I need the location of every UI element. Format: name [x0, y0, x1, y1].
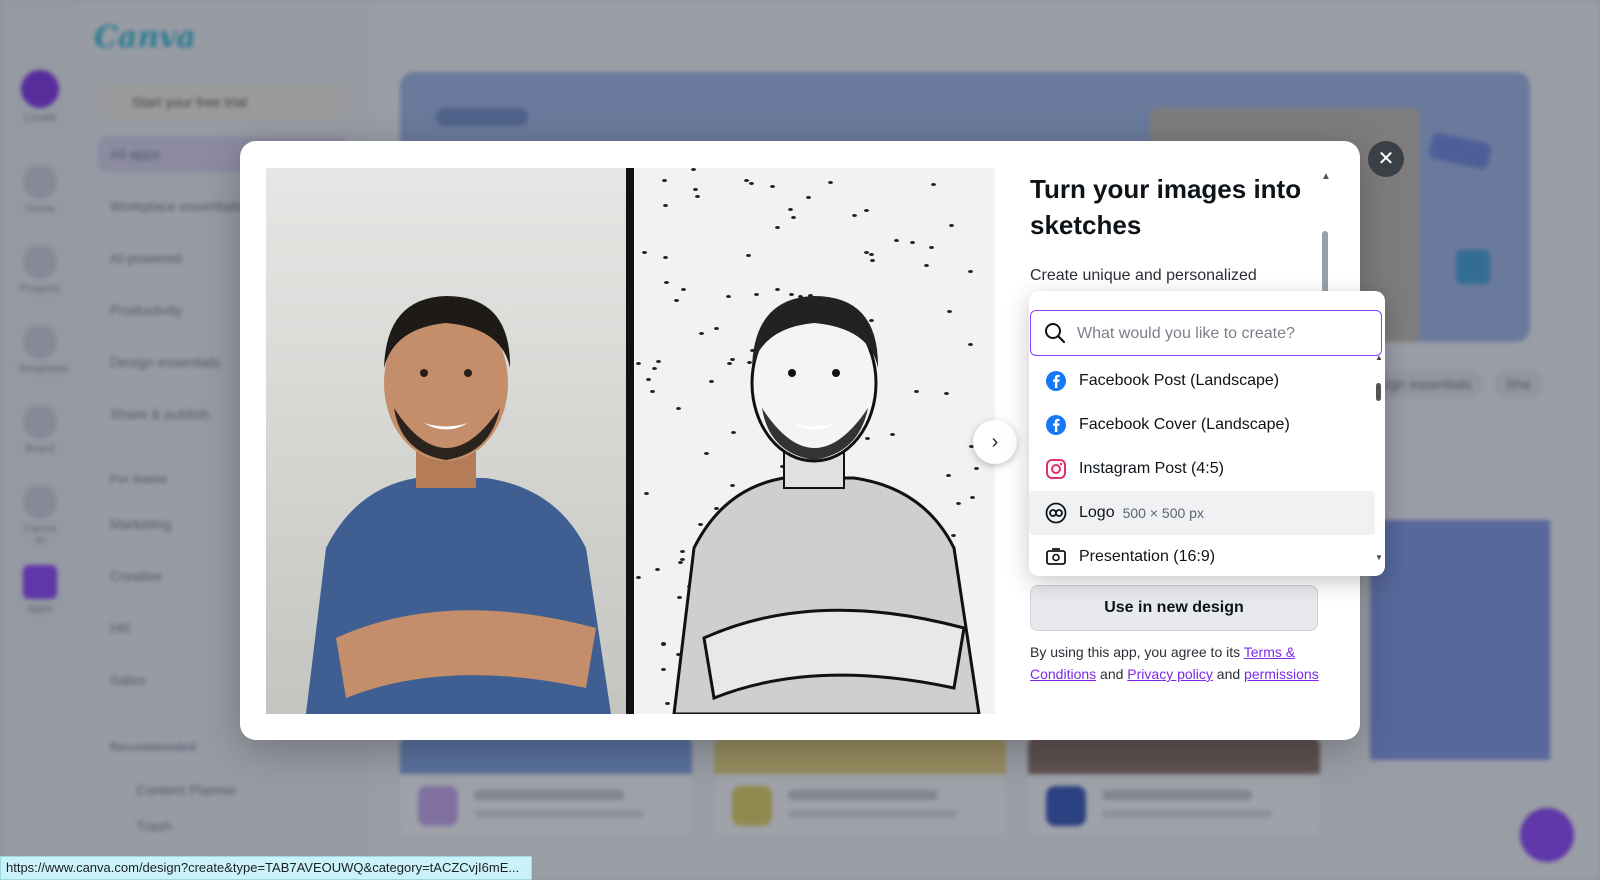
search-input[interactable] [1075, 311, 1375, 357]
list-item-facebook-post[interactable]: Facebook Post (Landscape) [1029, 359, 1375, 403]
facebook-icon [1045, 414, 1067, 436]
info-scrollbar[interactable]: ▲ [1321, 171, 1331, 311]
list-item-facebook-cover[interactable]: Facebook Cover (Landscape) [1029, 403, 1375, 447]
create-design-dropdown: Facebook Post (Landscape) Facebook Cover… [1029, 291, 1385, 576]
terms-text: By using this app, you agree to its Term… [1030, 644, 1319, 682]
chevron-right-icon: › [991, 431, 999, 453]
man-photo-illustration [306, 296, 611, 714]
close-modal-button[interactable]: ✕ [1368, 141, 1404, 177]
search-icon [1045, 323, 1066, 344]
next-image-button[interactable]: › [973, 420, 1017, 464]
preview-image [266, 168, 995, 714]
design-type-list: Facebook Post (Landscape) Facebook Cover… [1029, 359, 1375, 576]
man-sketch-illustration [672, 296, 981, 714]
instagram-icon [1045, 458, 1067, 480]
dropdown-scrollbar[interactable]: ▲ ▼ [1375, 353, 1383, 569]
list-item-instagram-post[interactable]: Instagram Post (4:5) [1029, 447, 1375, 491]
logo-icon [1045, 502, 1067, 524]
link-status-bar: https://www.canva.com/design?create&type… [0, 856, 532, 880]
scroll-thumb[interactable] [1376, 383, 1381, 401]
sketch-photo [634, 168, 995, 714]
scroll-up-icon[interactable]: ▲ [1375, 353, 1383, 362]
facebook-icon [1045, 370, 1067, 392]
list-item-presentation[interactable]: Presentation (16:9) [1029, 535, 1375, 576]
scroll-down-icon[interactable]: ▼ [1375, 553, 1383, 562]
close-icon: ✕ [1377, 148, 1395, 170]
search-box[interactable] [1030, 310, 1382, 357]
use-in-new-design-button[interactable]: Use in new design [1030, 585, 1318, 631]
app-description: Create unique and personalized [1030, 267, 1257, 284]
app-info: Turn your images into sketches Create un… [1030, 171, 1320, 285]
logo-dimensions: 500 × 500 px [1122, 505, 1204, 521]
privacy-link[interactable]: Privacy policy [1127, 666, 1213, 682]
image-divider [626, 168, 634, 714]
permissions-link[interactable]: permissions [1244, 666, 1319, 682]
presentation-icon [1045, 546, 1067, 568]
list-item-logo[interactable]: Logo 500 × 500 px [1029, 491, 1375, 535]
original-photo [266, 168, 626, 714]
app-title: Turn your images into sketches [1030, 174, 1302, 240]
scroll-up-icon[interactable]: ▲ [1321, 171, 1331, 182]
